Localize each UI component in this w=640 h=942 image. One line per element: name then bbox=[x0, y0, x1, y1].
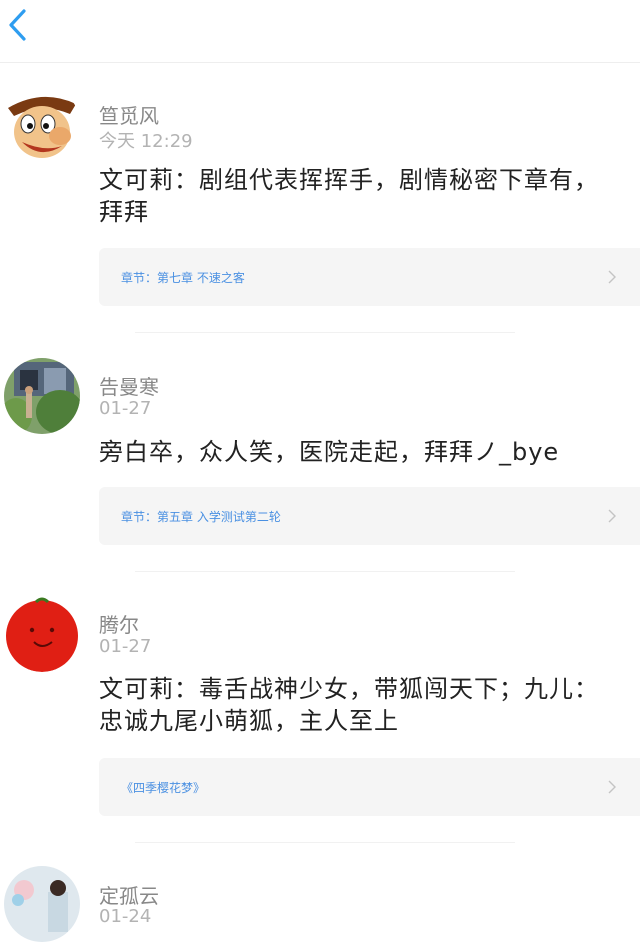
chapter-link-text: 章节：第五章 入学测试第二轮 bbox=[121, 510, 281, 524]
post-time: 01-27 bbox=[99, 636, 152, 657]
chevron-right-icon bbox=[608, 270, 616, 284]
chevron-right-icon bbox=[608, 780, 616, 794]
chapter-link-card[interactable]: 章节：第七章 不速之客 bbox=[99, 248, 640, 306]
post-content: 文可莉：剧组代表挥挥手，剧情秘密下章有，拜拜 bbox=[99, 166, 599, 226]
post-time: 01-24 bbox=[99, 906, 152, 927]
post-time: 今天 12:29 bbox=[99, 131, 193, 152]
chapter-link-text: 章节：第七章 不速之客 bbox=[121, 271, 245, 285]
top-bar bbox=[0, 0, 640, 63]
book-link-card[interactable]: 《四季樱花梦》 bbox=[99, 758, 640, 816]
user-name[interactable]: 告曼寒 bbox=[99, 371, 159, 400]
avatar[interactable] bbox=[4, 86, 80, 162]
divider bbox=[135, 571, 515, 572]
avatar[interactable] bbox=[4, 358, 80, 434]
user-name[interactable]: 定孤云 bbox=[99, 880, 159, 909]
divider bbox=[135, 842, 515, 843]
user-name[interactable]: 笪觅风 bbox=[99, 100, 159, 129]
avatar[interactable] bbox=[4, 596, 80, 672]
post-content: 旁白卒，众人笑，医院走起，拜拜ノ_bye bbox=[99, 438, 560, 466]
chevron-left-icon[interactable] bbox=[6, 8, 30, 42]
chapter-link-card[interactable]: 章节：第五章 入学测试第二轮 bbox=[99, 487, 640, 545]
book-link-text: 《四季樱花梦》 bbox=[121, 781, 206, 795]
post-content: 文可莉：毒舌战神少女，带狐闯天下；九儿：忠诚九尾小萌狐，主人至上 bbox=[99, 675, 599, 735]
avatar[interactable] bbox=[4, 866, 80, 942]
divider bbox=[135, 332, 515, 333]
post-time: 01-27 bbox=[99, 398, 152, 419]
chevron-right-icon bbox=[608, 509, 616, 523]
user-name[interactable]: 腾尔 bbox=[99, 609, 139, 638]
